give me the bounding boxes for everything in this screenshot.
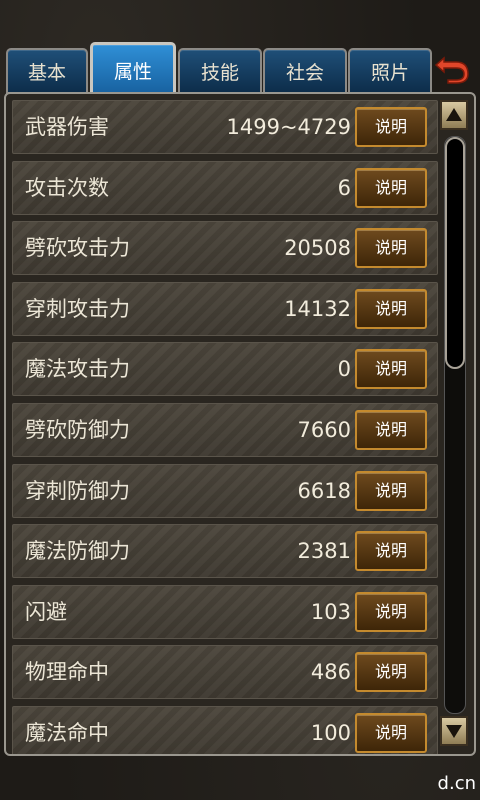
explain-button[interactable]: 说明 — [355, 228, 427, 269]
attribute-label: 攻击次数 — [25, 175, 109, 200]
attribute-value: 1499~4729 — [226, 115, 351, 139]
explain-button[interactable]: 说明 — [355, 167, 427, 208]
attribute-row: 武器伤害 1499~4729 说明 — [12, 100, 438, 154]
tab-label: 基本 — [27, 61, 66, 84]
tab-bar: 基本 属性 技能 社会 照片 — [0, 40, 480, 98]
scroll-thumb[interactable] — [445, 137, 465, 369]
attribute-value: 100 — [310, 720, 351, 745]
attribute-label: 魔法命中 — [25, 720, 109, 745]
attribute-label: 劈砍防御力 — [25, 417, 130, 442]
explain-button[interactable]: 说明 — [355, 652, 427, 693]
attribute-label: 穿刺攻击力 — [25, 296, 130, 321]
arrow-up-icon — [446, 108, 462, 121]
attribute-label: 魔法防御力 — [25, 539, 130, 564]
explain-button[interactable]: 说明 — [355, 470, 427, 511]
attribute-row: 穿刺防御力 6618 说明 — [12, 463, 438, 518]
tab-label: 属性 — [113, 60, 152, 83]
attribute-label: 闪避 — [25, 599, 67, 624]
tab-social[interactable]: 社会 — [263, 48, 347, 94]
explain-button[interactable]: 说明 — [355, 712, 427, 753]
attribute-row: 魔法攻击力 0 说明 — [12, 342, 438, 397]
arrow-down-icon — [446, 725, 462, 738]
explain-button[interactable]: 说明 — [355, 349, 427, 390]
tab-basic[interactable]: 基本 — [6, 48, 88, 94]
explain-button[interactable]: 说明 — [355, 531, 427, 572]
attribute-row: 劈砍防御力 7660 说明 — [12, 402, 438, 457]
attribute-value: 6 — [337, 175, 351, 200]
attributes-panel: 武器伤害 1499~4729 说明 攻击次数 6 说明 劈砍攻击力 20508 … — [4, 92, 476, 756]
attribute-value: 103 — [310, 599, 351, 624]
tab-attributes[interactable]: 属性 — [90, 42, 176, 98]
attribute-value: 6618 — [297, 478, 351, 503]
scrollbar[interactable] — [438, 96, 470, 750]
tab-skills[interactable]: 技能 — [178, 48, 262, 94]
tab-photos[interactable]: 照片 — [348, 48, 432, 94]
tab-label: 技能 — [200, 61, 239, 84]
attribute-list: 武器伤害 1499~4729 说明 攻击次数 6 说明 劈砍攻击力 20508 … — [12, 100, 438, 754]
attribute-label: 穿刺防御力 — [25, 478, 130, 503]
tab-label: 照片 — [370, 61, 409, 84]
attribute-row: 穿刺攻击力 14132 说明 — [12, 281, 438, 336]
attribute-value: 0 — [337, 357, 351, 382]
attribute-value: 7660 — [297, 417, 351, 442]
attribute-value: 20508 — [284, 236, 351, 261]
attribute-value: 14132 — [284, 296, 351, 321]
attribute-value: 2381 — [297, 539, 351, 564]
attribute-value: 486 — [310, 660, 351, 685]
return-arrow-icon — [434, 56, 469, 84]
explain-button[interactable]: 说明 — [355, 288, 427, 329]
attribute-row: 物理命中 486 说明 — [12, 645, 438, 700]
attribute-label: 魔法攻击力 — [25, 357, 130, 382]
explain-button[interactable]: 说明 — [355, 409, 427, 450]
attribute-row: 魔法命中 100 说明 — [12, 705, 438, 754]
attribute-label: 劈砍攻击力 — [25, 236, 130, 261]
attribute-row: 闪避 103 说明 — [12, 584, 438, 639]
attribute-label: 武器伤害 — [25, 115, 109, 139]
scroll-track[interactable] — [444, 136, 466, 714]
watermark: d.cn — [437, 773, 476, 794]
scroll-up-button[interactable] — [440, 100, 468, 130]
attribute-label: 物理命中 — [25, 660, 109, 685]
explain-button[interactable]: 说明 — [355, 591, 427, 632]
explain-button[interactable]: 说明 — [355, 107, 427, 147]
attribute-row: 攻击次数 6 说明 — [12, 160, 438, 215]
scroll-down-button[interactable] — [440, 716, 468, 746]
back-button[interactable] — [432, 50, 472, 86]
attribute-row: 劈砍攻击力 20508 说明 — [12, 221, 438, 276]
tab-label: 社会 — [285, 61, 324, 84]
attribute-row: 魔法防御力 2381 说明 — [12, 524, 438, 579]
